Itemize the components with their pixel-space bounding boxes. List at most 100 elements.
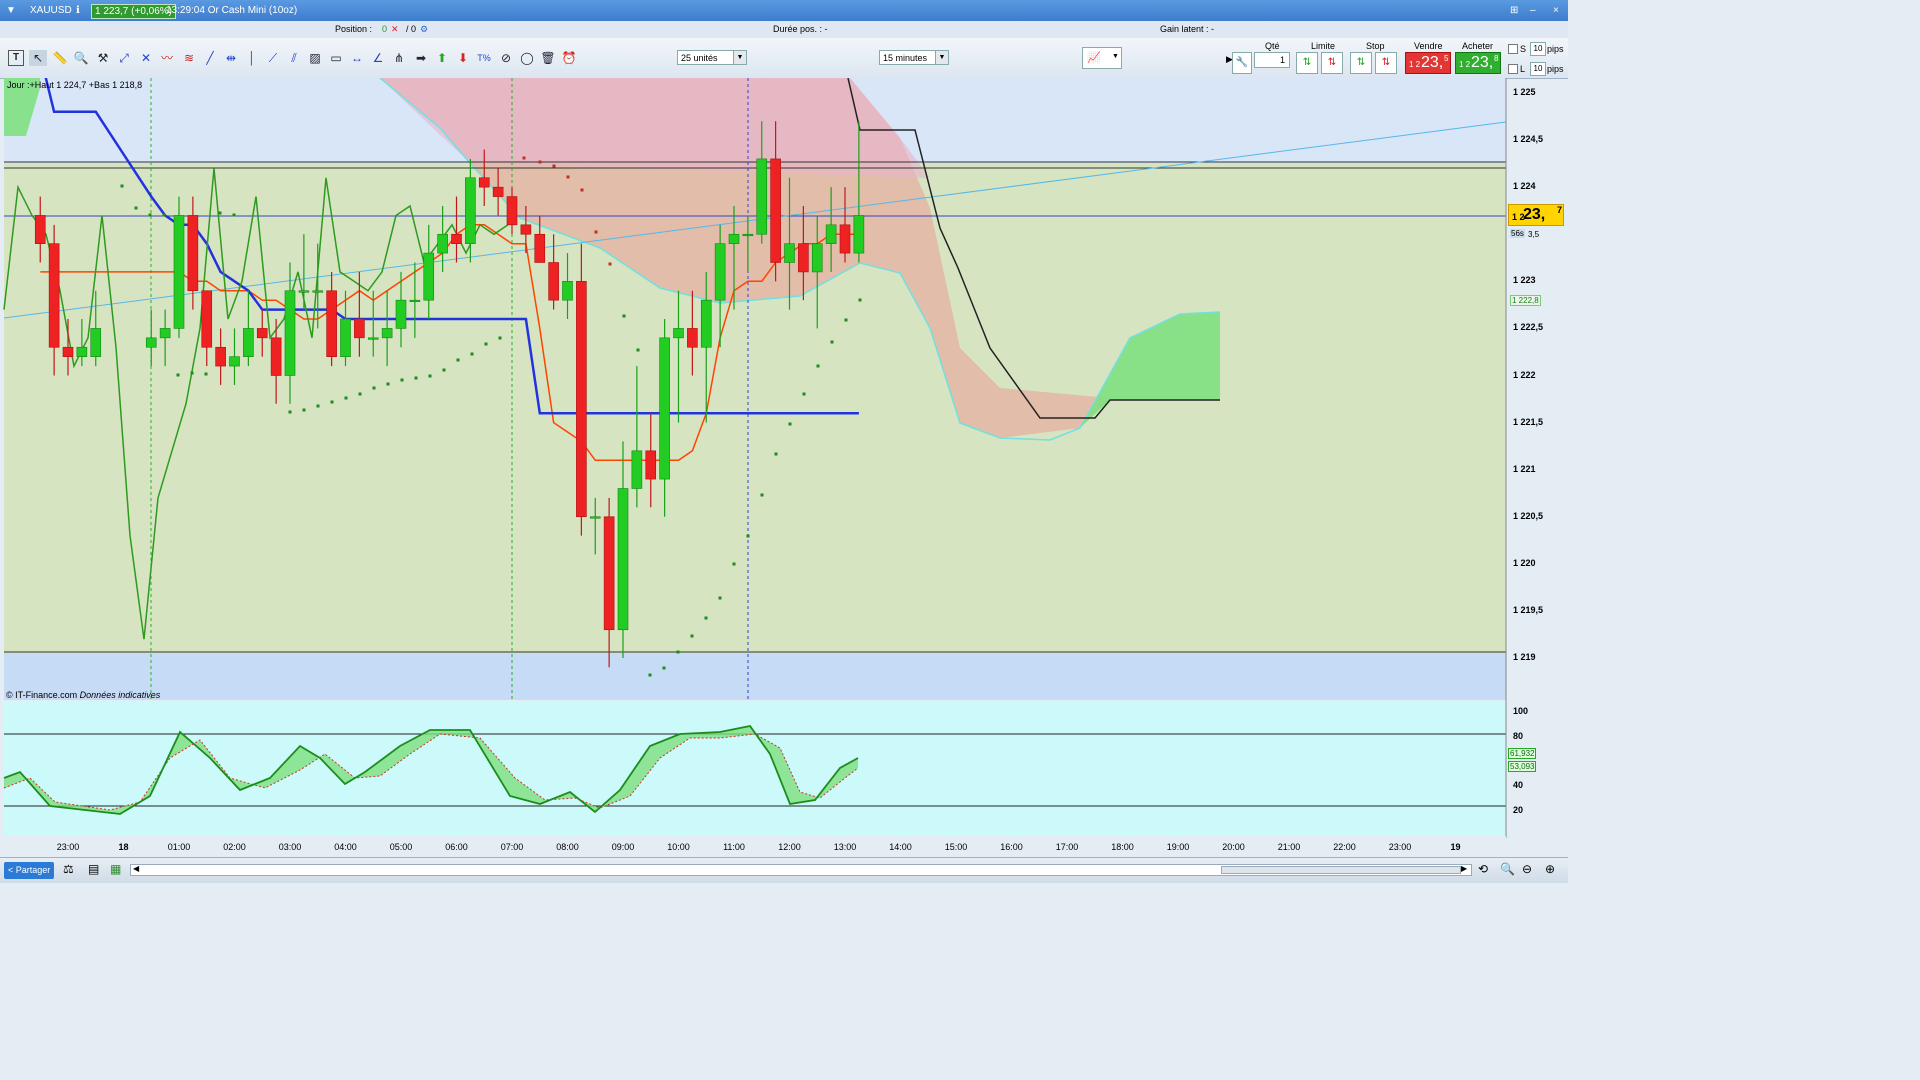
hatch-tool-icon[interactable]: ⊘: [497, 50, 515, 66]
ray-tool-icon[interactable]: ✕: [137, 50, 155, 66]
x-tick-label: 10:00: [667, 842, 690, 852]
sar-dot: [718, 596, 722, 600]
minimize-icon[interactable]: –: [1530, 5, 1536, 16]
candle[interactable]: [173, 196, 185, 338]
close-icon[interactable]: ×: [1553, 5, 1559, 16]
zoom-out-icon[interactable]: ⊖: [1522, 862, 1532, 876]
quantity-select[interactable]: 25 unités ▼: [677, 50, 747, 65]
sar-dot: [704, 616, 708, 620]
current-price-sup: 7: [1557, 205, 1563, 215]
arrow-h-tool-icon[interactable]: ↔: [348, 50, 366, 66]
y-tick-label: 1 220: [1513, 557, 1536, 568]
candle-body: [645, 450, 657, 480]
line-tool-icon[interactable]: ╱: [201, 50, 219, 66]
x-tick-label: 11:00: [723, 842, 745, 852]
candle[interactable]: [576, 243, 587, 536]
percent-tool-icon[interactable]: T%: [475, 50, 493, 66]
sell-button[interactable]: 1 2 23, 5: [1405, 52, 1451, 74]
limit-sell-button[interactable]: ⇅: [1321, 52, 1343, 74]
sell-price-big: 23,: [1421, 54, 1444, 71]
candle-body: [76, 346, 88, 357]
candle-body: [617, 488, 629, 631]
stop-checkbox[interactable]: [1508, 44, 1518, 54]
chevron-down-icon[interactable]: ▼: [935, 51, 948, 64]
lower-band: [4, 653, 1506, 700]
x-tick-label: 18:00: [1111, 842, 1134, 852]
menu-arrow-icon[interactable]: ▼: [6, 5, 16, 16]
chevron-down-icon[interactable]: ▼: [733, 51, 746, 64]
scroll-right-icon[interactable]: ▶: [1461, 864, 1467, 873]
alarm-icon[interactable]: ⏰: [560, 50, 578, 66]
candle-body: [215, 346, 226, 367]
stop-buy-button[interactable]: ⇅: [1350, 52, 1372, 74]
pitchfork-tool-icon[interactable]: ⋔: [390, 50, 408, 66]
candle-body: [451, 233, 462, 244]
x-tick-label: 17:00: [1055, 842, 1079, 852]
osc-tick-label: 20: [1513, 805, 1524, 816]
sar-dot: [622, 314, 626, 318]
magnet-tool-icon[interactable]: ⚒: [94, 50, 112, 66]
segment-tool-icon[interactable]: ⟋: [264, 50, 282, 66]
x-tick-label: 13:00: [833, 842, 857, 852]
print-icon[interactable]: ▤: [88, 862, 99, 876]
close-position-icon[interactable]: ✕: [391, 24, 399, 35]
layout-icon[interactable]: ⊞: [1510, 5, 1518, 16]
zoom-fit-icon[interactable]: 🔍: [1500, 862, 1515, 876]
trash-icon[interactable]: 🗑: [539, 50, 557, 66]
sar-dot: [522, 156, 526, 160]
sar-dot: [386, 382, 390, 386]
candle-body: [506, 196, 518, 226]
chart-pattern-icon[interactable]: ▨: [306, 50, 324, 66]
arrow-down-icon[interactable]: ⬇: [454, 50, 472, 66]
interval-select[interactable]: 15 minutes ▼: [879, 50, 949, 65]
limit-pips-input[interactable]: 10: [1530, 62, 1546, 76]
fibonacci-tool-icon[interactable]: ≋: [180, 50, 198, 66]
share-button[interactable]: < Partager: [4, 862, 55, 879]
angle-tool-icon[interactable]: ∠: [369, 50, 387, 66]
chart-type-button[interactable]: 📈 ▼: [1082, 47, 1122, 69]
sar-dot: [190, 371, 194, 375]
horizontal-scrollbar[interactable]: ◀ ▶: [130, 864, 1472, 876]
candle-body: [465, 177, 476, 244]
sar-dot: [204, 372, 208, 376]
compare-icon[interactable]: ⚖: [63, 862, 74, 876]
ruler-tool-icon[interactable]: 📏: [51, 50, 69, 66]
wrench-icon[interactable]: 🔧: [1232, 52, 1252, 74]
parallel-tool-icon[interactable]: ⫽: [285, 50, 303, 66]
layout-grid-icon[interactable]: ▦: [110, 862, 121, 876]
stop-sell-button[interactable]: ⇅: [1375, 52, 1397, 74]
rectangle-tool-icon[interactable]: ▭: [327, 50, 345, 66]
candle-body: [409, 299, 421, 302]
candle-body: [659, 337, 670, 480]
horizontal-line-icon[interactable]: ⇹: [222, 50, 240, 66]
zoom-in-icon[interactable]: ⊕: [1545, 862, 1555, 876]
zoom-tool-icon[interactable]: 🔍: [72, 50, 90, 66]
fit-icon[interactable]: ⟲: [1478, 862, 1488, 876]
candle-body: [562, 281, 573, 301]
channel-tool-icon[interactable]: 〰: [158, 50, 176, 66]
cursor-tool-icon[interactable]: ↖: [29, 50, 47, 66]
copyright-text: © IT-Finance.com Données indicatives: [6, 690, 160, 700]
sar-dot: [162, 213, 166, 217]
osc-tick-label: 80: [1513, 730, 1524, 741]
x-tick-label: 22:00: [1333, 842, 1356, 852]
text-tool-icon[interactable]: T: [8, 50, 24, 66]
buy-button[interactable]: 1 2 23, 8: [1455, 52, 1501, 74]
oscillator-panel-bg: [4, 702, 1506, 836]
price-chart[interactable]: [0, 78, 1568, 857]
trendline-tool-icon[interactable]: ⤢: [115, 50, 133, 66]
stop-pips-input[interactable]: 10: [1530, 42, 1546, 56]
scroll-thumb[interactable]: [1221, 866, 1461, 874]
info-icon[interactable]: ℹ: [76, 5, 80, 16]
scroll-left-icon[interactable]: ◀: [133, 864, 139, 873]
settings-icon[interactable]: ⚙: [420, 24, 428, 35]
drawing-toolbar: T ↖ 📏 🔍 ⚒ ⤢ ✕ 〰 ≋ ╱ ⇹ │ ⟋ ⫽ ▨ ▭ ↔ ∠ ⋔ ➡ …: [0, 38, 1568, 79]
ellipse-tool-icon[interactable]: ◯: [518, 50, 536, 66]
arrow-right-icon[interactable]: ➡: [412, 50, 430, 66]
vertical-line-icon[interactable]: │: [243, 50, 261, 66]
osc-d-tag: 53,093: [1508, 761, 1537, 772]
qty-input[interactable]: 1: [1254, 52, 1290, 68]
limit-checkbox[interactable]: [1508, 64, 1518, 74]
limit-buy-button[interactable]: ⇅: [1296, 52, 1318, 74]
arrow-up-icon[interactable]: ⬆: [433, 50, 451, 66]
